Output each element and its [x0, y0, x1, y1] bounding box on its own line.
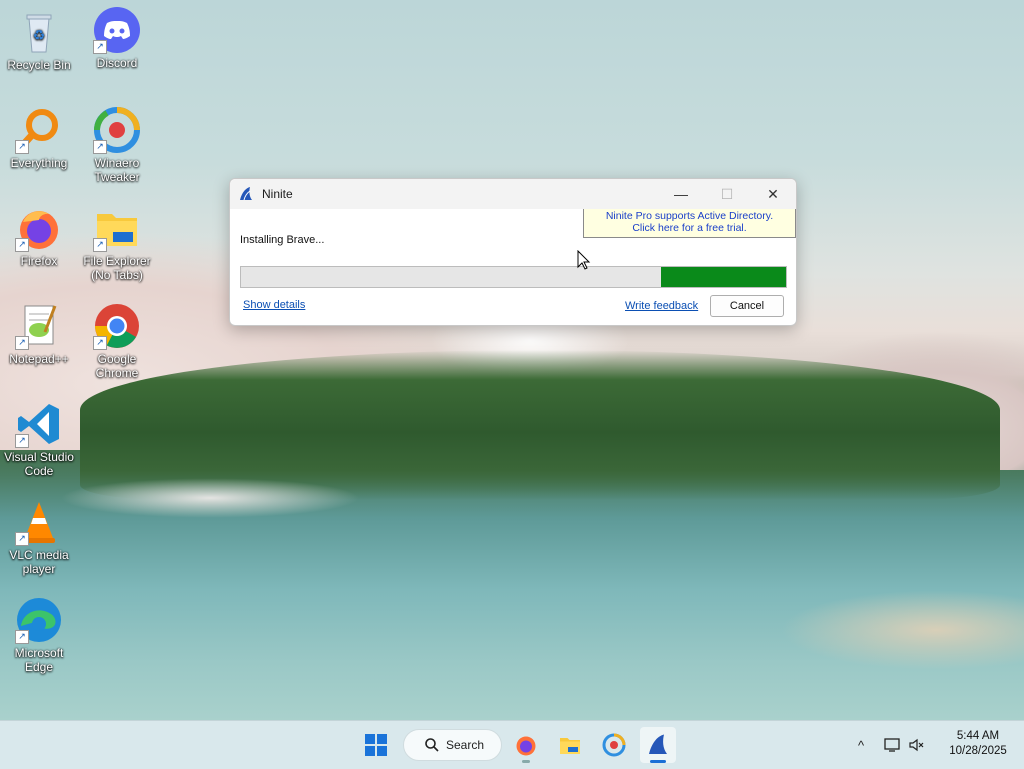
taskbar-clock[interactable]: 5:44 AM 10/28/2025: [938, 729, 1018, 759]
shortcut-arrow-icon: ↗: [93, 140, 107, 154]
vscode-icon: ↗: [15, 400, 63, 448]
shortcut-arrow-icon: ↗: [15, 630, 29, 644]
taskbar-search[interactable]: Search: [403, 729, 502, 761]
desktop-icon-label: Notepad++: [9, 352, 69, 366]
winaero-tweaker-icon: [602, 733, 626, 757]
desktop-icon-chrome[interactable]: ↗ Google Chrome: [78, 302, 156, 380]
ninite-pro-banner[interactable]: Ninite Pro supports Active Directory. Cl…: [583, 209, 796, 238]
clock-time: 5:44 AM: [956, 730, 1000, 742]
desktop-icon-label: File Explorer (No Tabs): [83, 254, 151, 282]
shortcut-arrow-icon: ↗: [15, 336, 29, 350]
edge-icon: ↗: [15, 596, 63, 644]
desktop-icon-vlc[interactable]: ↗ VLC media player: [0, 498, 78, 576]
minimize-button[interactable]: —: [658, 179, 704, 209]
desktop-icon-edge[interactable]: ↗ Microsoft Edge: [0, 596, 78, 674]
desktop-icon-firefox[interactable]: ↗ Firefox: [0, 204, 78, 268]
desktop-icon-everything[interactable]: ↗ Everything: [0, 106, 78, 170]
taskbar: Search ^ 5:44 AM 10/28/2025: [0, 720, 1024, 769]
start-button[interactable]: [358, 727, 394, 763]
desktop-icon-vscode[interactable]: ↗ Visual Studio Code: [0, 400, 78, 478]
shortcut-arrow-icon: ↗: [93, 238, 107, 252]
winaero-tweaker-icon: ↗: [93, 106, 141, 154]
progress-fill: [660, 267, 786, 287]
active-indicator: [650, 760, 666, 763]
shortcut-arrow-icon: ↗: [93, 40, 107, 54]
shortcut-arrow-icon: ↗: [15, 532, 29, 546]
desktop-icon-discord[interactable]: ↗ Discord: [78, 6, 156, 70]
taskbar-app-winaero-tweaker[interactable]: [596, 727, 632, 763]
pro-banner-line1: Ninite Pro supports Active Directory.: [605, 210, 774, 222]
file-explorer-icon: [560, 738, 580, 754]
start-icon: [365, 734, 387, 756]
search-label: Search: [446, 738, 485, 752]
shortcut-arrow-icon: ↗: [15, 140, 29, 154]
desktop-icon-label: Discord: [96, 56, 138, 70]
ninite-window: Ninite — ☐ ✕ Ninite Pro supports Active …: [229, 178, 797, 326]
ninite-icon: [240, 187, 252, 201]
discord-icon: ↗: [93, 6, 141, 54]
search-icon: [425, 738, 439, 752]
taskbar-app-firefox[interactable]: [508, 727, 544, 763]
desktop-icon-notepad-plus-plus[interactable]: ↗ Notepad++: [0, 302, 78, 366]
svg-text:♻: ♻: [33, 27, 46, 43]
desktop-icon-winaero-tweaker[interactable]: ↗ Winaero Tweaker: [78, 106, 156, 184]
cancel-button[interactable]: Cancel: [710, 295, 784, 317]
notepad-plus-plus-icon: ↗: [15, 302, 63, 350]
desktop-icon-label: Everything: [10, 156, 68, 170]
window-title: Ninite: [262, 187, 293, 201]
write-feedback-link[interactable]: Write feedback: [625, 300, 698, 312]
running-indicator: [522, 760, 530, 763]
network-icon: [884, 738, 900, 752]
recycle-bin-icon: ♻: [15, 8, 63, 56]
install-status: Installing Brave...: [240, 234, 325, 246]
show-details-link[interactable]: Show details: [243, 299, 305, 311]
maximize-button: ☐: [720, 185, 734, 202]
desktop-icon-label: Google Chrome: [95, 352, 139, 380]
desktop-icon-label: VLC media player: [9, 548, 69, 576]
grass-patch: [780, 590, 1024, 670]
shortcut-arrow-icon: ↗: [15, 238, 29, 252]
desktop-icon-label: Microsoft Edge: [14, 646, 64, 674]
ninite-icon: [649, 734, 667, 754]
snow-shore: [60, 478, 360, 518]
title-bar[interactable]: Ninite — ☐ ✕: [230, 179, 796, 209]
everything-search-icon: ↗: [15, 106, 63, 154]
desktop-icon-recycle-bin[interactable]: ♻ Recycle Bin: [0, 8, 78, 72]
desktop-icon-file-explorer[interactable]: ↗ File Explorer (No Tabs): [78, 204, 156, 282]
shortcut-arrow-icon: ↗: [15, 434, 29, 448]
desktop-icon-label: Firefox: [20, 254, 58, 268]
progress-bar: [240, 266, 787, 288]
file-explorer-icon: ↗: [93, 204, 141, 252]
clock-date: 10/28/2025: [949, 745, 1007, 757]
chrome-icon: ↗: [93, 302, 141, 350]
firefox-icon: [516, 736, 536, 756]
volume-muted-icon: [909, 738, 924, 752]
show-hidden-icons-button[interactable]: ^: [850, 721, 872, 769]
vlc-icon: ↗: [15, 498, 63, 546]
taskbar-app-file-explorer[interactable]: [552, 727, 588, 763]
mouse-cursor-icon: [577, 250, 591, 270]
pro-banner-line2: Click here for a free trial.: [632, 222, 747, 234]
desktop-icon-label: Visual Studio Code: [4, 450, 74, 478]
network-volume-tray[interactable]: [882, 721, 926, 769]
desktop-icon-label: Recycle Bin: [7, 58, 71, 72]
firefox-icon: ↗: [15, 204, 63, 252]
desktop-icon-label: Winaero Tweaker: [94, 156, 140, 184]
close-button[interactable]: ✕: [750, 179, 796, 209]
shortcut-arrow-icon: ↗: [93, 336, 107, 350]
taskbar-app-ninite[interactable]: [640, 727, 676, 763]
